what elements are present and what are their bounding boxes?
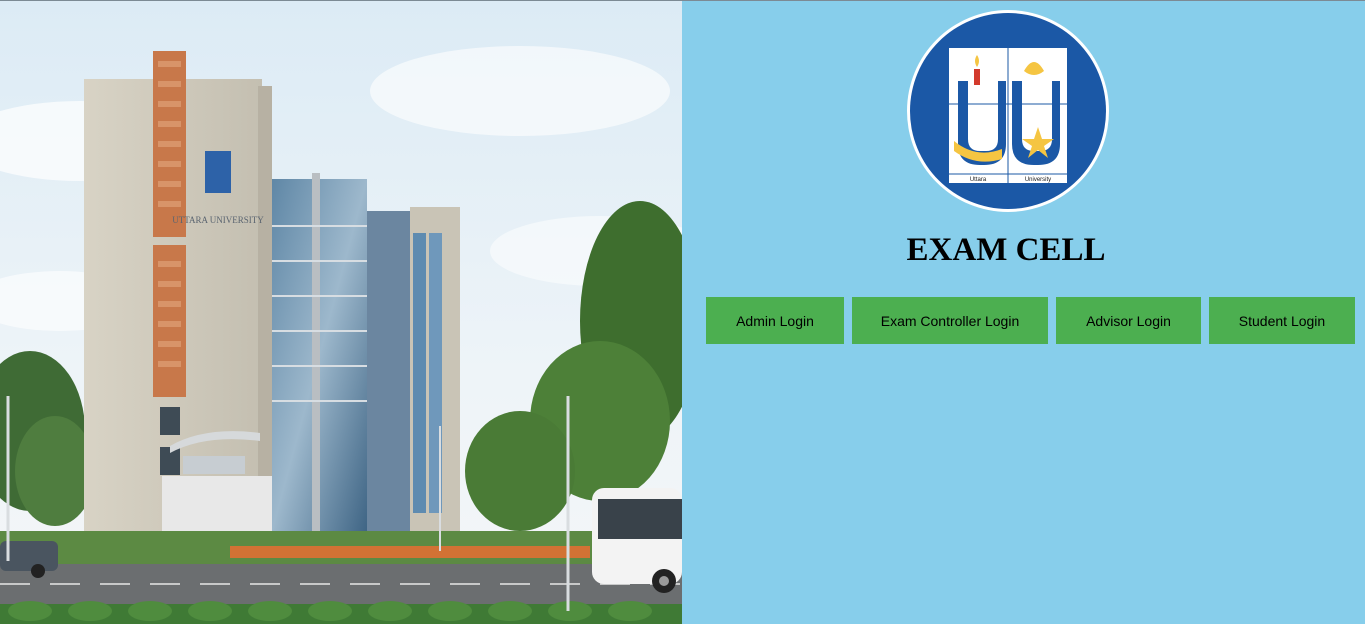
advisor-login-button[interactable]: Advisor Login: [1056, 297, 1201, 344]
login-panel: Uttara University EXAM CELL Admin Login …: [682, 1, 1365, 624]
admin-login-button[interactable]: Admin Login: [706, 297, 844, 344]
logo-text-left: Uttara: [970, 177, 987, 183]
student-login-button[interactable]: Student Login: [1209, 297, 1355, 344]
logo-text-right: University: [1025, 177, 1051, 183]
campus-building-image: UTTARA UNIVERSITY: [0, 1, 682, 624]
page-title: EXAM CELL: [906, 232, 1106, 268]
building-sign: UTTARA UNIVERSITY: [172, 215, 264, 225]
exam-controller-login-button[interactable]: Exam Controller Login: [852, 297, 1048, 344]
university-logo: Uttara University: [906, 9, 1110, 213]
